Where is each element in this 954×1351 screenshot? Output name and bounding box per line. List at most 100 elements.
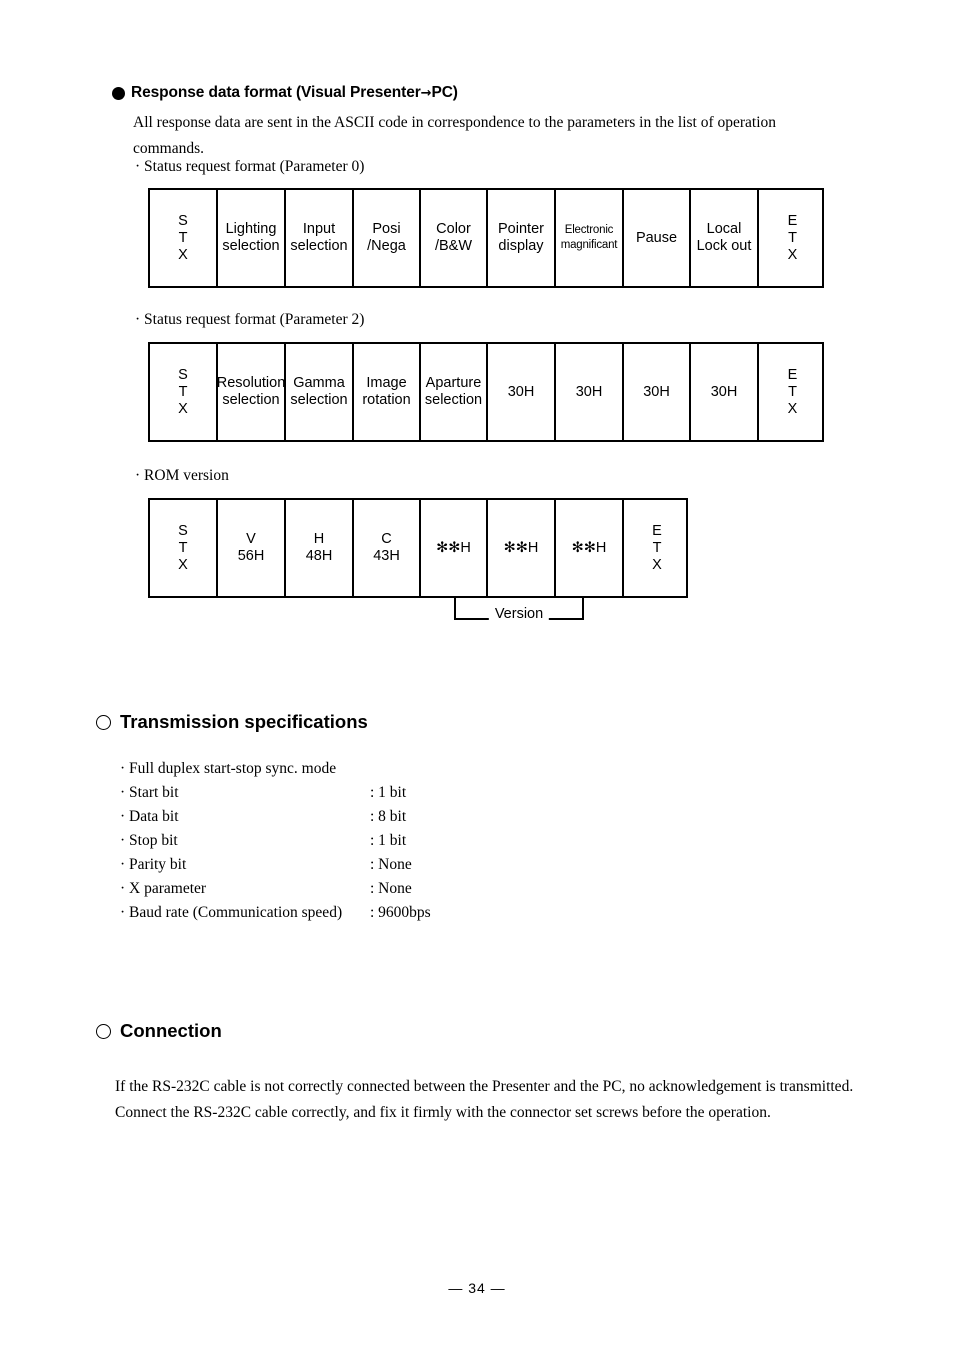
- specification-row: · Data bit : 8 bit: [120, 808, 431, 832]
- table-cell: H 48H: [286, 500, 354, 596]
- document-page: Response data format (Visual Presenter →…: [0, 0, 954, 1351]
- connection-paragraph: If the RS-232C cable is not correctly co…: [115, 1074, 905, 1126]
- table-cell: Color /B&W: [421, 190, 488, 286]
- specification-row: · Baud rate (Communication speed) : 9600b…: [120, 904, 431, 928]
- table-cell: Resolution selection: [216, 344, 286, 440]
- transmission-heading-label: Transmission specifications: [120, 711, 368, 732]
- bracket-left-tick: [454, 598, 457, 620]
- table-cell: Gamma selection: [286, 344, 354, 440]
- specification-label: · Baud rate (Communication speed): [120, 904, 343, 921]
- table-cell: E T X: [759, 344, 826, 440]
- table-cell: Pointer display: [488, 190, 556, 286]
- table-cell: Input selection: [286, 190, 354, 286]
- table-cell-label: ✻✻H: [503, 539, 539, 556]
- connection-heading-label: Connection: [120, 1020, 222, 1041]
- table-cell-label: Lighting selection: [222, 221, 280, 254]
- table-cell-label: Input selection: [290, 221, 348, 254]
- transmission-specifications-heading: Transmission specifications: [96, 711, 368, 733]
- table-cell: Aparture selection: [421, 344, 488, 440]
- table-cell: 30H: [624, 344, 691, 440]
- arrow-icon: →: [420, 85, 432, 101]
- table-cell: E T X: [624, 500, 690, 596]
- response-heading-prefix: Response data format (Visual Presenter: [131, 84, 421, 101]
- open-circle-bullet-icon: [96, 714, 111, 730]
- table-cell: S T X: [150, 500, 218, 596]
- page-number-footer: — 34 —: [448, 1280, 506, 1296]
- table-cell-label: ✻✻H: [571, 539, 607, 556]
- table-rom-version: S T X V 56H H 48H C 43H ✻✻H ✻✻H ✻✻H E T X: [148, 498, 688, 598]
- table-status-request-param0: S T X Lighting selection Input selection Po…: [148, 188, 824, 288]
- specification-label: · Stop bit: [120, 832, 178, 849]
- table-cell: Lighting selection: [218, 190, 286, 286]
- specification-value: : 8 bit: [370, 808, 407, 825]
- table-cell: Local Lock out: [691, 190, 759, 286]
- table-cell: 30H: [556, 344, 624, 440]
- table-cell-label: H 48H: [305, 531, 333, 564]
- table-cell: 30H: [691, 344, 759, 440]
- open-circle-bullet-icon: [96, 1023, 111, 1039]
- specification-label: · Start bit: [120, 784, 179, 801]
- table-cell: 30H: [488, 344, 556, 440]
- table-cell-label: Pause: [635, 229, 678, 246]
- specification-label: · X parameter: [120, 880, 207, 897]
- table-cell: S T X: [150, 190, 218, 286]
- table-cell: V 56H: [218, 500, 286, 596]
- specification-row: · Stop bit : 1 bit: [120, 832, 431, 856]
- specification-row: · Full duplex start-stop sync. mode: [120, 760, 431, 784]
- table-cell-label: Color /B&W: [434, 221, 473, 254]
- specification-label: · Parity bit: [120, 856, 187, 873]
- table-cell-label: ✻✻H: [436, 539, 471, 556]
- table-cell: C 43H: [354, 500, 421, 596]
- specification-value: : 1 bit: [370, 832, 407, 849]
- table-cell-label: E T X: [787, 366, 798, 417]
- table-cell-label: Image rotation: [362, 375, 411, 408]
- specification-label: · Full duplex start-stop sync. mode: [120, 760, 337, 777]
- specification-value: : 1 bit: [370, 784, 407, 801]
- table-cell-label: 30H: [643, 383, 670, 400]
- table-cell: S T X: [150, 344, 218, 440]
- table-status-request-param2: S T X Resolution selection Gamma selection…: [148, 342, 824, 442]
- table-cell-label: S T X: [178, 212, 188, 263]
- table-cell: ✻✻H: [421, 500, 488, 596]
- specification-value: : None: [370, 880, 412, 897]
- filled-circle-bullet-icon: [112, 86, 125, 100]
- specification-row: · Parity bit : None: [120, 856, 431, 880]
- table-cell: Electronic magnificant: [556, 190, 624, 286]
- table-cell: Posi /Nega: [354, 190, 421, 286]
- connection-heading: Connection: [96, 1020, 222, 1042]
- table-cell: ✻✻H: [488, 500, 556, 596]
- table-cell-label: Pointer display: [498, 221, 544, 254]
- table-cell-label: Resolution selection: [216, 375, 286, 408]
- caption-status-request-param2: · Status request format (Parameter 2): [135, 311, 365, 328]
- specification-value: : None: [370, 856, 412, 873]
- bracket-right-tick: [581, 598, 584, 620]
- intro-paragraph: All response data are sent in the ASCII …: [133, 114, 777, 157]
- table-cell-label: C 43H: [373, 531, 400, 564]
- table-cell-label: 30H: [575, 383, 603, 400]
- table-cell: Pause: [624, 190, 691, 286]
- table-cell: Image rotation: [354, 344, 421, 440]
- caption-rom-version: · ROM version: [135, 467, 229, 484]
- version-label: Version: [488, 606, 550, 622]
- specification-row: · X parameter : None: [120, 880, 431, 904]
- table-cell-label: Electronic magnificant: [560, 224, 618, 251]
- table-cell-label: Aparture selection: [424, 375, 483, 408]
- specification-row: · Start bit : 1 bit: [120, 784, 431, 808]
- specification-label: · Data bit: [120, 808, 179, 825]
- connection-line-2: Connect the RS-232C cable correctly, and…: [115, 1104, 771, 1121]
- table-cell-label: E T X: [787, 212, 798, 263]
- specification-value: : 9600bps: [370, 904, 431, 921]
- table-cell-label: S T X: [178, 522, 188, 573]
- caption-status-request-param0: · Status request format (Parameter 0): [135, 158, 365, 175]
- table-cell-label: V 56H: [237, 531, 265, 564]
- table-cell-label: E T X: [652, 522, 662, 573]
- table-cell-label: Local Lock out: [696, 221, 752, 254]
- table-cell: ✻✻H: [556, 500, 624, 596]
- table-cell-label: 30H: [710, 383, 738, 400]
- table-cell-label: Gamma selection: [290, 375, 348, 408]
- table-cell-label: S T X: [178, 366, 188, 417]
- transmission-specifications-list: · Full duplex start-stop sync. mode · Sta…: [120, 760, 431, 928]
- version-bracket-annotation: Version: [454, 598, 584, 626]
- response-data-format-heading: Response data format (Visual Presenter →…: [112, 84, 458, 102]
- connection-line-1: If the RS-232C cable is not correctly co…: [115, 1078, 854, 1095]
